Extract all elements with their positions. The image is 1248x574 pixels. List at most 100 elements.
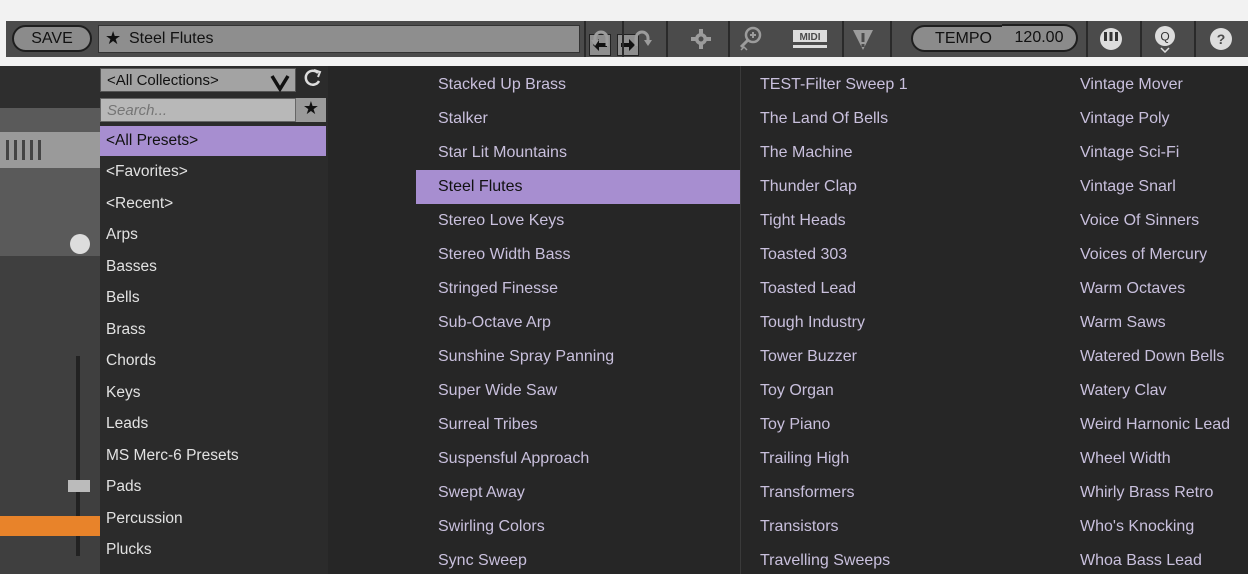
- toolbar-divider: [728, 21, 730, 57]
- preset-item[interactable]: TEST-Filter Sweep 1: [740, 68, 1070, 102]
- preset-item[interactable]: The Land Of Bells: [740, 102, 1070, 136]
- collection-item[interactable]: Chords: [100, 345, 326, 377]
- preset-item[interactable]: The Machine: [740, 136, 1070, 170]
- preset-item[interactable]: Star Lit Mountains: [416, 136, 740, 170]
- preset-item[interactable]: Sync Sweep: [416, 544, 740, 574]
- preset-item[interactable]: Wheel Width: [1070, 442, 1248, 476]
- preset-item[interactable]: Surreal Tribes: [416, 408, 740, 442]
- gear-icon: [691, 29, 711, 49]
- collections-panel: <All Collections> ★ <All Presets><Favori…: [100, 66, 328, 574]
- settings-button[interactable]: [684, 24, 718, 54]
- favorite-star-icon[interactable]: ★: [105, 28, 121, 49]
- preset-item[interactable]: Weird Harnonic Lead: [1070, 408, 1248, 442]
- preset-item[interactable]: Warm Saws: [1070, 306, 1248, 340]
- collection-item[interactable]: Brass: [100, 314, 326, 346]
- preset-item[interactable]: Sunshine Spray Panning: [416, 340, 740, 374]
- preset-item[interactable]: Warm Octaves: [1070, 272, 1248, 306]
- pin-icon: ★: [302, 98, 320, 118]
- preset-item[interactable]: Tough Industry: [740, 306, 1070, 340]
- preset-search-input[interactable]: [100, 98, 296, 122]
- toolbar-divider: [890, 21, 892, 57]
- preset-item[interactable]: Whoa Bass Lead: [1070, 544, 1248, 574]
- preset-column: Stacked Up Brass Stalker Star Lit Mountain…: [416, 68, 740, 574]
- preset-item[interactable]: Swept Away: [416, 476, 740, 510]
- preset-item[interactable]: Steel Flutes: [416, 170, 740, 204]
- collection-item[interactable]: <All Presets>: [100, 126, 326, 156]
- preset-item[interactable]: Transistors: [740, 510, 1070, 544]
- preset-item[interactable]: Tower Buzzer: [740, 340, 1070, 374]
- save-button[interactable]: SAVE: [12, 25, 92, 52]
- preset-browser: Stacked Up Brass Stalker Star Lit Mountain…: [328, 66, 1248, 574]
- preset-item[interactable]: Whirly Brass Retro: [1070, 476, 1248, 510]
- collection-item[interactable]: Leads: [100, 408, 326, 440]
- preset-item[interactable]: Voices of Mercury: [1070, 238, 1248, 272]
- zoom-icon: [739, 26, 762, 51]
- alert-button[interactable]: [846, 24, 880, 54]
- collection-item[interactable]: Basses: [100, 251, 326, 283]
- toolbar-divider: [1194, 21, 1196, 57]
- preset-item[interactable]: Suspensful Approach: [416, 442, 740, 476]
- midi-label: MIDI: [799, 32, 820, 43]
- preset-item[interactable]: Thunder Clap: [740, 170, 1070, 204]
- collection-item[interactable]: Pads: [100, 471, 326, 503]
- quantize-button[interactable]: Q: [1148, 24, 1182, 54]
- collection-item[interactable]: Arps: [100, 219, 326, 251]
- refresh-button[interactable]: [300, 68, 326, 92]
- tempo-label: TEMPO: [911, 25, 1016, 52]
- quantize-icon: Q: [1155, 26, 1175, 53]
- keyboard-button[interactable]: [1094, 24, 1128, 54]
- preset-item[interactable]: Toasted Lead: [740, 272, 1070, 306]
- tempo-value[interactable]: 120.00: [1002, 24, 1078, 52]
- redo-button[interactable]: [625, 24, 659, 54]
- pin-button[interactable]: ★: [296, 98, 326, 122]
- preset-item[interactable]: Who's Knocking: [1070, 510, 1248, 544]
- preset-item[interactable]: Stereo Width Bass: [416, 238, 740, 272]
- preset-item[interactable]: Stalker: [416, 102, 740, 136]
- preset-item[interactable]: Trailing High: [740, 442, 1070, 476]
- preset-item[interactable]: Stringed Finesse: [416, 272, 740, 306]
- collection-item[interactable]: Plucks: [100, 534, 326, 566]
- preset-item[interactable]: Vintage Sci-Fi: [1070, 136, 1248, 170]
- preset-item[interactable]: Vintage Snarl: [1070, 170, 1248, 204]
- preset-item[interactable]: Toy Piano: [740, 408, 1070, 442]
- collection-item[interactable]: Bells: [100, 282, 326, 314]
- preset-item[interactable]: Super Wide Saw: [416, 374, 740, 408]
- preset-item[interactable]: Voice Of Sinners: [1070, 204, 1248, 238]
- preset-item[interactable]: Sub-Octave Arp: [416, 306, 740, 340]
- preset-item[interactable]: Tight Heads: [740, 204, 1070, 238]
- preset-item[interactable]: Toy Organ: [740, 374, 1070, 408]
- collection-item[interactable]: <Favorites>: [100, 156, 326, 188]
- panel-header-strip: [0, 66, 100, 108]
- preset-item[interactable]: Swirling Colors: [416, 510, 740, 544]
- instrument-panel-background: [0, 66, 100, 574]
- preset-item[interactable]: Stacked Up Brass: [416, 68, 740, 102]
- preset-item[interactable]: Travelling Sweeps: [740, 544, 1070, 574]
- zoom-button[interactable]: [734, 24, 768, 54]
- undo-button[interactable]: [584, 24, 618, 54]
- midi-icon: MIDI: [793, 30, 827, 48]
- midi-button[interactable]: MIDI: [790, 24, 830, 54]
- collection-item[interactable]: <Recent>: [100, 188, 326, 220]
- preset-item[interactable]: Stereo Love Keys: [416, 204, 740, 238]
- collection-item[interactable]: Keys: [100, 377, 326, 409]
- preset-name-field[interactable]: ★ Steel Flutes: [98, 25, 639, 56]
- collections-list: <All Presets> <Favorites> <Recent> Arps Bass…: [100, 126, 326, 566]
- preset-item[interactable]: Watery Clav: [1070, 374, 1248, 408]
- panel-logo-icon: [70, 234, 90, 254]
- alert-icon: [853, 30, 873, 50]
- preset-item[interactable]: Vintage Poly: [1070, 102, 1248, 136]
- preset-item[interactable]: Vintage Mover: [1070, 68, 1248, 102]
- help-icon: ?: [1210, 28, 1232, 50]
- help-button[interactable]: ?: [1204, 24, 1238, 54]
- preset-item[interactable]: Watered Down Bells: [1070, 340, 1248, 374]
- collection-item[interactable]: MS Merc-6 Presets: [100, 440, 326, 472]
- refresh-icon: [304, 69, 322, 86]
- preset-item[interactable]: Toasted 303: [740, 238, 1070, 272]
- panel-orange-strip: [0, 516, 100, 536]
- preset-column: TEST-Filter Sweep 1 The Land Of Bells The …: [740, 68, 1070, 574]
- collection-item[interactable]: Percussion: [100, 503, 326, 535]
- help-label: ?: [1217, 31, 1226, 47]
- collections-dropdown[interactable]: <All Collections>: [100, 68, 296, 93]
- quantize-label: Q: [1160, 30, 1169, 44]
- preset-item[interactable]: Transformers: [740, 476, 1070, 510]
